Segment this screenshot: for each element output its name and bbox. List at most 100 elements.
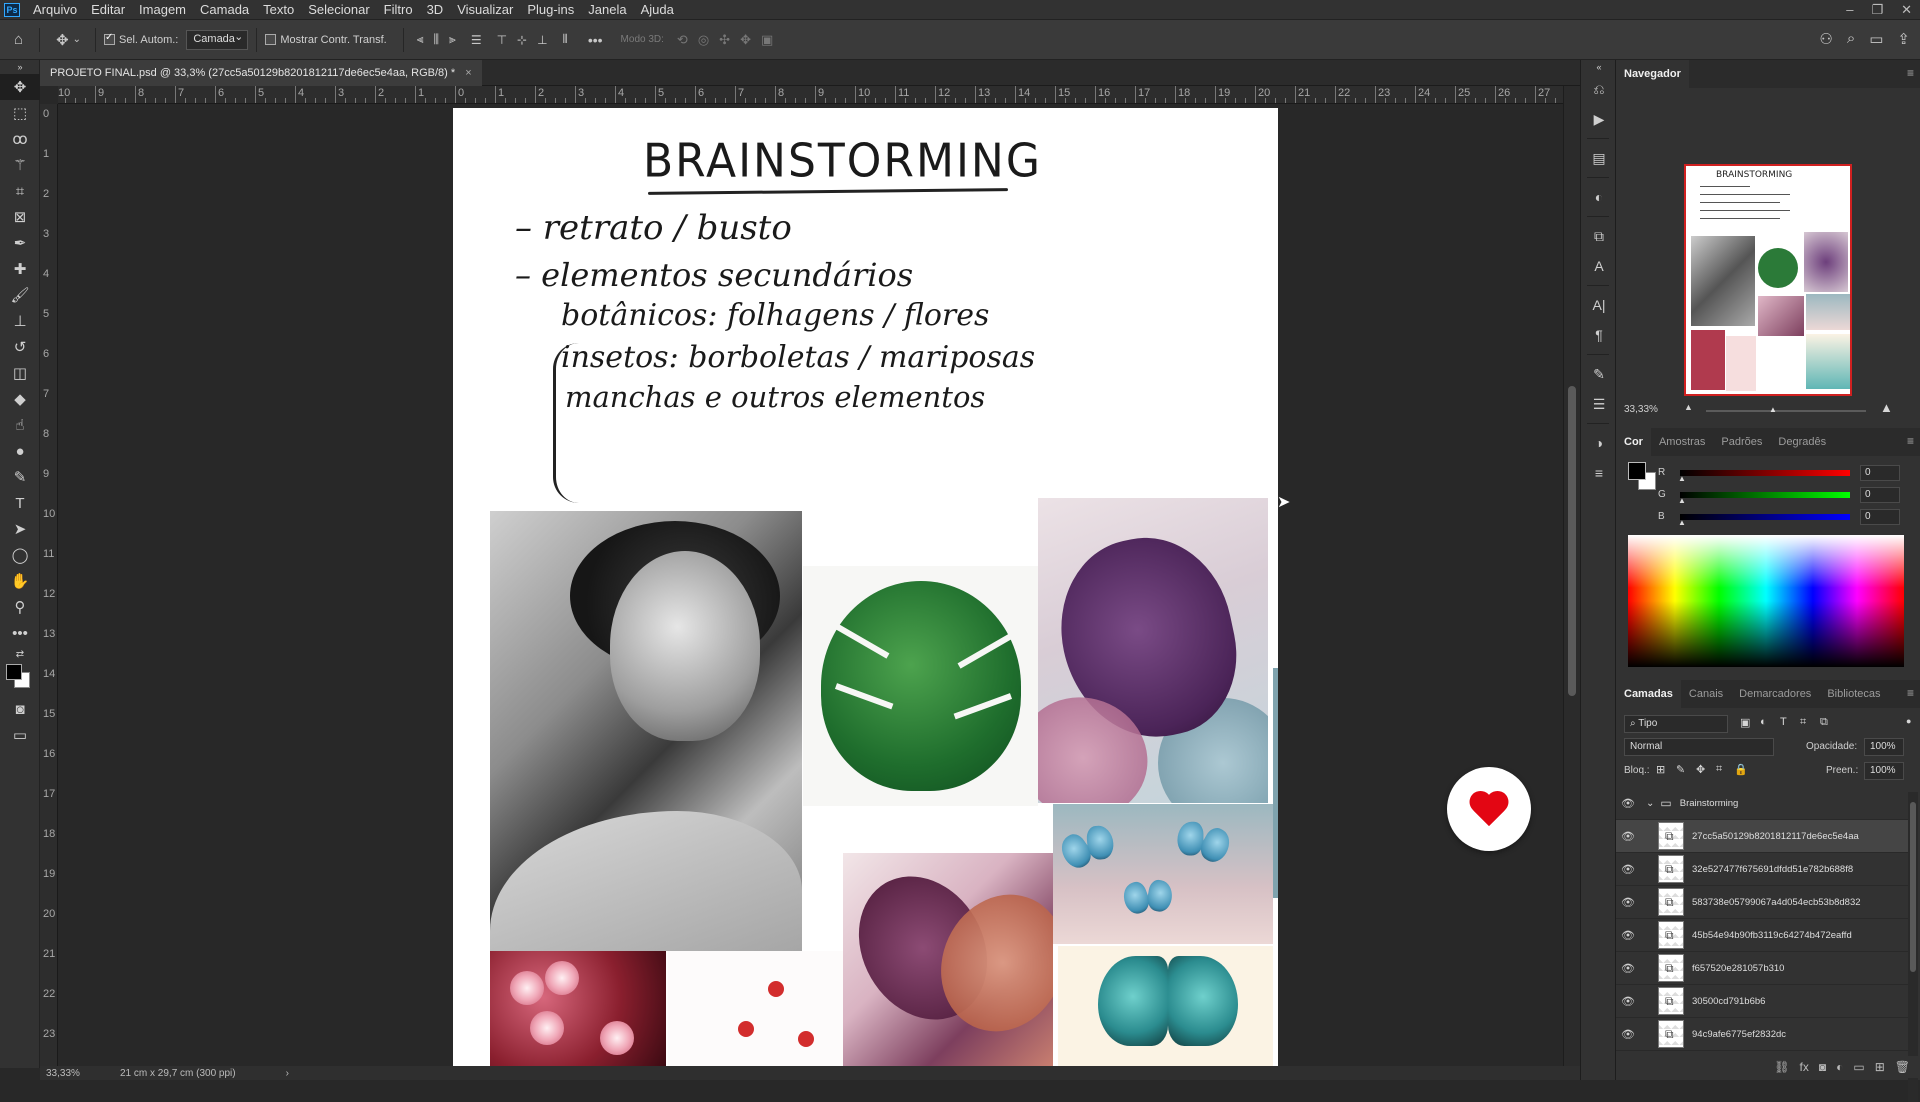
eye-icon[interactable]: 👁 <box>1616 863 1640 876</box>
tropical-leaves-image[interactable] <box>843 853 1053 1066</box>
measurement-icon[interactable]: ▤ <box>1581 143 1617 173</box>
lasso-tool-icon[interactable]: ꝏ <box>0 126 40 152</box>
magic-wand-tool-icon[interactable]: ⚚ <box>0 152 40 178</box>
filter-smart-icon[interactable]: ⧉ <box>1820 716 1828 729</box>
layer-row[interactable]: 👁 27cc5a50129b8201812117de6ec5e4aa <box>1616 820 1908 853</box>
menu-imagem[interactable]: Imagem <box>132 0 193 20</box>
tab-cor[interactable]: Cor <box>1616 428 1651 456</box>
show-transform-checkbox[interactable] <box>265 34 277 45</box>
menu-visualizar[interactable]: Visualizar <box>450 0 520 20</box>
red-flowers-image[interactable] <box>668 951 843 1066</box>
history-brush-tool-icon[interactable]: ↺ <box>0 334 40 360</box>
zoom-tool-icon[interactable]: ⚲ <box>0 594 40 620</box>
move-tool-icon[interactable]: ✥ <box>0 74 40 100</box>
tab-camadas[interactable]: Camadas <box>1616 680 1681 708</box>
blue-slider[interactable] <box>1680 514 1850 520</box>
lock-transparent-icon[interactable]: ⊞ <box>1656 763 1665 776</box>
camera-3d-icon[interactable]: ▣ <box>761 32 773 48</box>
orbit-3d-icon[interactable]: ⟲ <box>677 32 688 48</box>
eye-icon[interactable]: 👁 <box>1616 995 1640 1008</box>
vertical-ruler[interactable]: 0 1 2 3 4 5 6 7 8 9 10 11 12 13 14 15 16 17 18 19 20 21 22 23 <box>40 104 58 1066</box>
navigator-zoom-value[interactable]: 33,33% <box>1624 404 1658 415</box>
more-options-icon[interactable]: ••• <box>588 32 603 48</box>
zoom-in-icon[interactable]: ▲ <box>1880 400 1893 415</box>
menu-janela[interactable]: Janela <box>581 0 633 20</box>
restore-icon[interactable]: ❐ <box>1871 0 1883 20</box>
scroll-thumb[interactable] <box>1568 386 1576 696</box>
tab-demarcadores[interactable]: Demarcadores <box>1731 680 1819 708</box>
menu-texto[interactable]: Texto <box>256 0 301 20</box>
zoom-out-icon[interactable]: ▲ <box>1684 402 1693 412</box>
blue-knob[interactable]: ▲ <box>1678 518 1686 527</box>
layer-name[interactable]: 30500cd791b6b6 <box>1692 996 1765 1007</box>
distribute-icon[interactable]: ☰ <box>471 33 482 47</box>
history-icon[interactable]: ⎌ <box>1581 74 1617 104</box>
slide-3d-icon[interactable]: ✥ <box>740 32 751 48</box>
foreground-background-color[interactable] <box>0 662 40 696</box>
new-group-icon[interactable]: ▭ <box>1853 1060 1864 1074</box>
minimize-icon[interactable]: – <box>1846 0 1853 20</box>
panel-menu-icon[interactable]: ≡ <box>1907 434 1914 448</box>
fx-icon[interactable]: fx <box>1800 1060 1809 1074</box>
navigator-thumbnail[interactable]: BRAINSTORMING <box>1684 164 1852 396</box>
filter-adjust-icon[interactable]: ◐ <box>1760 716 1767 728</box>
character-icon[interactable]: A| <box>1581 290 1617 320</box>
search-icon[interactable]: ⌕ <box>1847 30 1855 48</box>
pen-tool-icon[interactable]: ✎ <box>0 464 40 490</box>
home-icon[interactable]: ⌂ <box>14 31 23 48</box>
tab-amostras[interactable]: Amostras <box>1651 428 1713 456</box>
brushes-icon[interactable]: ✎ <box>1581 359 1617 389</box>
blue-value[interactable]: 0 <box>1860 509 1900 525</box>
teal-butterfly-image[interactable] <box>1058 946 1273 1066</box>
swap-colors-icon[interactable]: ⇄ <box>0 646 40 662</box>
photoshop-logo[interactable]: Ps <box>4 2 20 17</box>
actions-icon[interactable]: ▶ <box>1581 104 1617 134</box>
layer-filter-select[interactable]: ⌕ Tipo <box>1624 715 1728 733</box>
layer-group-row[interactable]: 👁 ⌄ ▭ Brainstorming <box>1616 787 1908 820</box>
layer-row[interactable]: 👁 f657520e281057b310 <box>1616 952 1908 985</box>
layer-name[interactable]: 27cc5a50129b8201812117de6ec5e4aa <box>1692 831 1859 842</box>
collapse-panels-icon[interactable]: « <box>1581 60 1617 74</box>
scroll-thumb[interactable] <box>1910 802 1916 972</box>
share-user-icon[interactable]: ⚇ <box>1819 30 1832 48</box>
adjustments-icon[interactable]: ◑ <box>1581 428 1617 458</box>
eye-icon[interactable]: 👁 <box>1616 929 1640 942</box>
layer-name[interactable]: 45b54e94b90fb3119c64274b472eaffd <box>1692 930 1852 941</box>
close-icon[interactable]: × <box>465 60 471 86</box>
red-knob[interactable]: ▲ <box>1678 474 1686 483</box>
quick-mask-icon[interactable]: ◙ <box>0 696 40 722</box>
tab-padroes[interactable]: Padrões <box>1713 428 1770 456</box>
move-tool-icon[interactable]: ✥ <box>56 31 69 49</box>
frame-tool-icon[interactable]: ⊠ <box>0 204 40 230</box>
close-icon[interactable]: ✕ <box>1901 0 1912 20</box>
eye-icon[interactable]: 👁 <box>1616 1028 1640 1041</box>
document-canvas[interactable]: BRAINSTORMING – retrato / busto – elemen… <box>453 108 1278 1066</box>
eyedropper-tool-icon[interactable]: ✒ <box>0 230 40 256</box>
menu-plugins[interactable]: Plug-ins <box>520 0 581 20</box>
status-zoom[interactable]: 33,33% <box>40 1068 100 1079</box>
filter-toggle-icon[interactable]: ● <box>1906 716 1911 726</box>
chevron-down-icon[interactable]: ⌄ <box>73 34 81 45</box>
align-top-icon[interactable]: ⊤ <box>497 33 507 47</box>
layer-row[interactable]: 👁 32e527477f675691dfdd51e782b688f8 <box>1616 853 1908 886</box>
monstera-leaf-image[interactable] <box>803 566 1038 806</box>
cherry-blossom-image[interactable] <box>490 951 666 1066</box>
hand-tool-icon[interactable]: ✋ <box>0 568 40 594</box>
layer-group-name[interactable]: Brainstorming <box>1680 798 1739 809</box>
lock-position-icon[interactable]: ✥ <box>1696 763 1705 776</box>
path-selection-tool-icon[interactable]: ➤ <box>0 516 40 542</box>
portrait-photo[interactable] <box>490 511 802 951</box>
layer-name[interactable]: 94c9afe6775ef2832dc <box>1692 1029 1786 1040</box>
fill-value[interactable]: 100% <box>1864 762 1904 780</box>
align-bottom-icon[interactable]: ⊥ <box>537 33 547 47</box>
tab-bibliotecas[interactable]: Bibliotecas <box>1819 680 1888 708</box>
eye-icon[interactable]: 👁 <box>1616 896 1640 909</box>
clone-source-icon[interactable]: ⧉ <box>1581 221 1617 251</box>
share-icon[interactable]: ⇪ <box>1897 30 1910 48</box>
menu-filtro[interactable]: Filtro <box>377 0 420 20</box>
eye-icon[interactable]: 👁 <box>1616 797 1640 810</box>
lock-paint-icon[interactable]: ✎ <box>1676 763 1685 776</box>
foreground-color-swatch[interactable] <box>6 664 22 680</box>
canvas-area[interactable]: BRAINSTORMING – retrato / busto – elemen… <box>58 104 1563 1066</box>
panel-menu-icon[interactable]: ≡ <box>1907 686 1914 700</box>
